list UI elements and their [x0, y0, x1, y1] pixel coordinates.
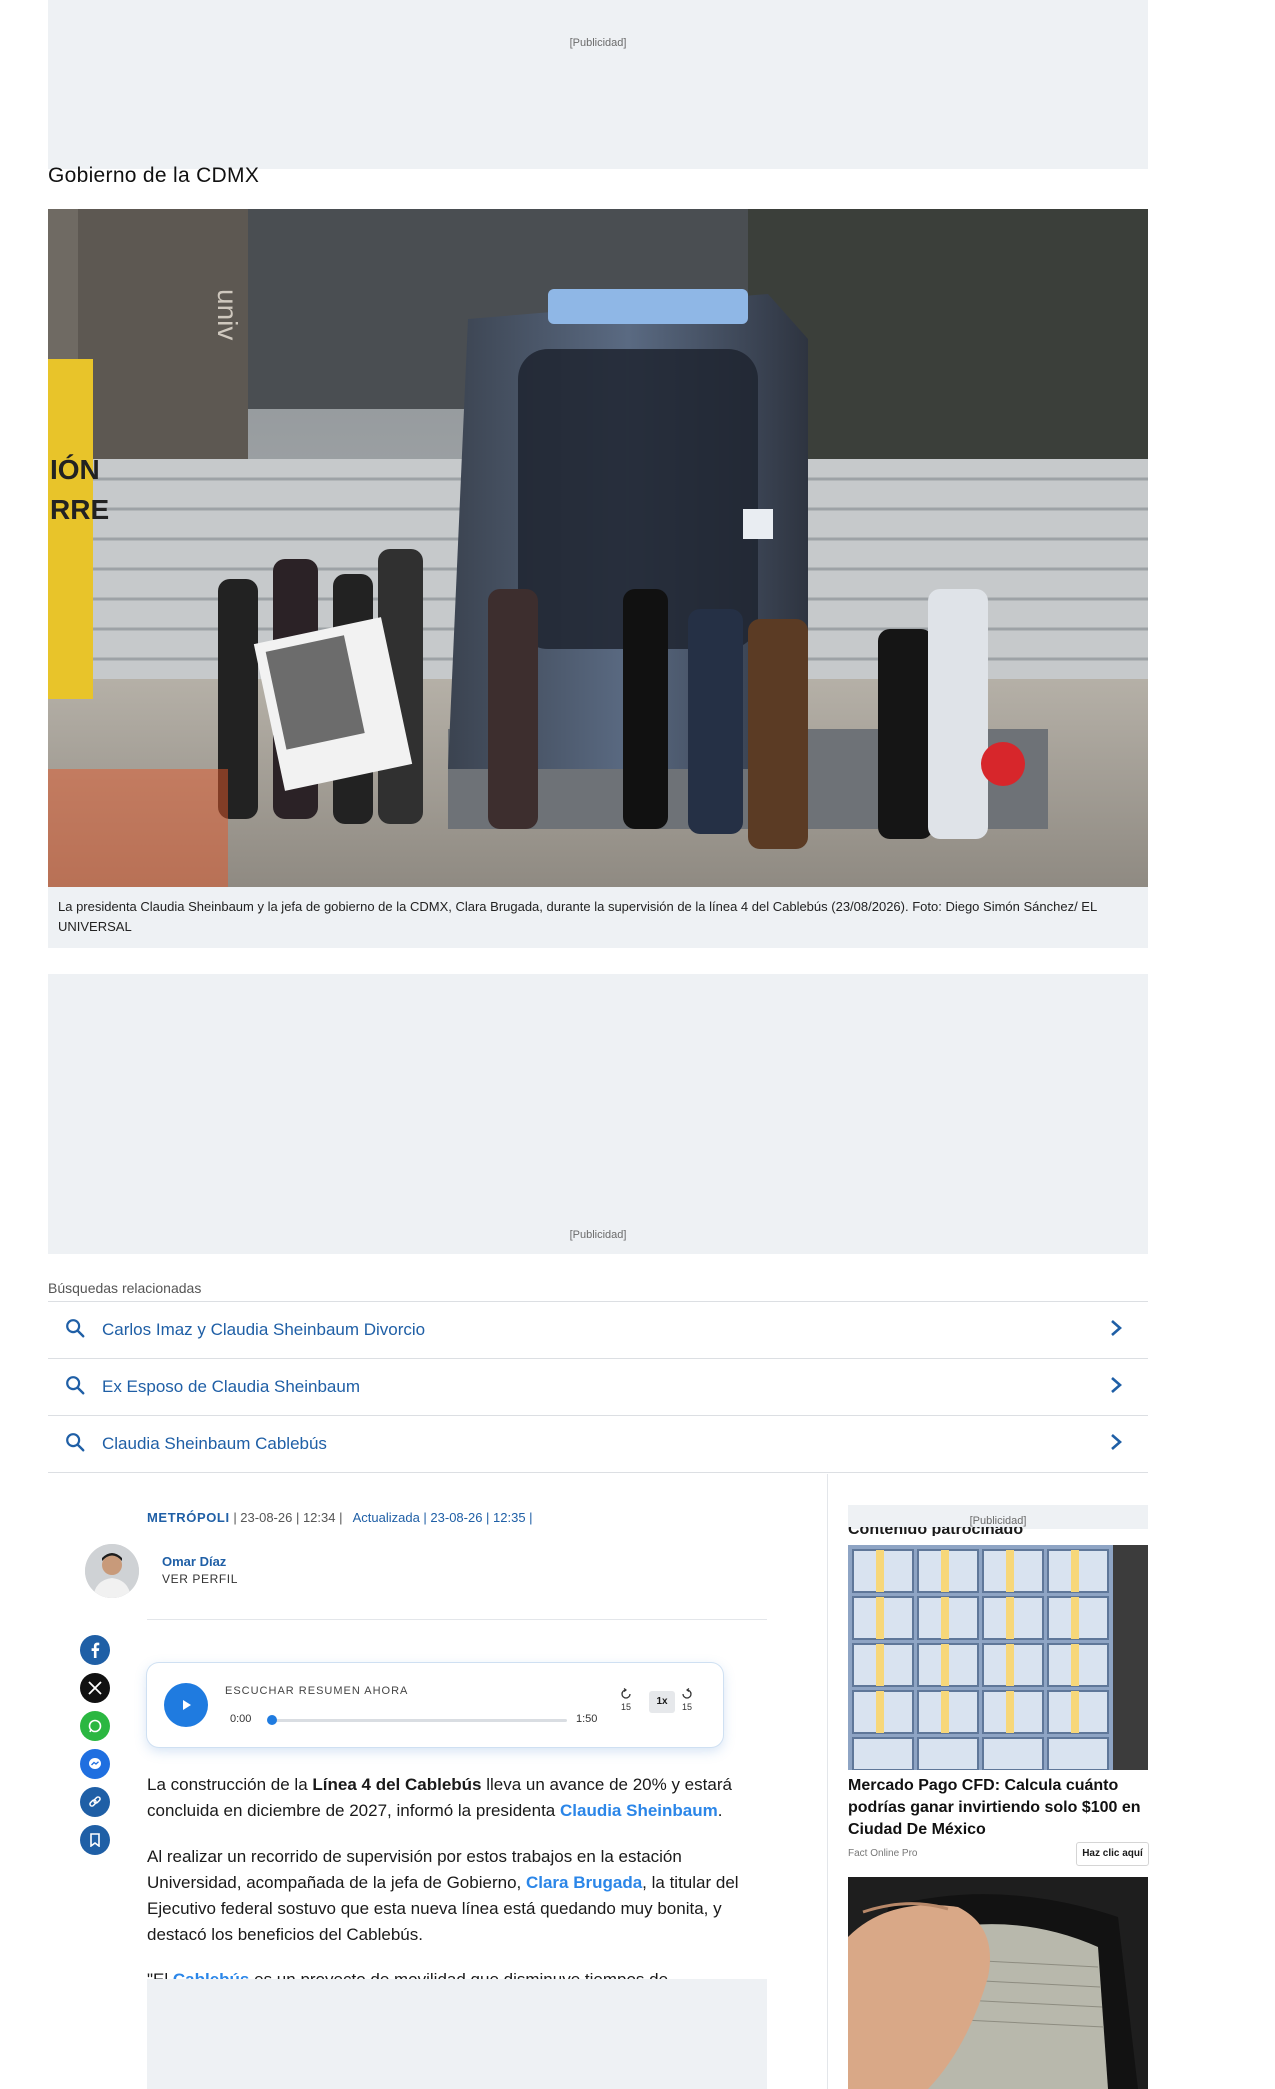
sponsored-card-source: Fact Online Pro — [848, 1848, 918, 1859]
link-icon[interactable] — [80, 1787, 110, 1817]
article-paragraph: La construcción de la Línea 4 del Cableb… — [147, 1772, 772, 1824]
chevron-right-icon — [1108, 1318, 1132, 1343]
facebook-icon[interactable] — [80, 1635, 110, 1665]
article-meta: METRÓPOLI | 23-08-26 | 12:34 | Actualiza… — [147, 1510, 533, 1525]
ad-label: [Publicidad] — [569, 1229, 627, 1241]
inline-ad-slot — [147, 1979, 767, 2089]
sheinbaum-link[interactable]: Claudia Sheinbaum — [560, 1801, 718, 1820]
sponsored-cta-button[interactable]: Haz clic aquí — [1076, 1842, 1149, 1866]
author-name[interactable]: Omar Díaz — [162, 1554, 226, 1569]
ad-label: [Publicidad] — [969, 1515, 1027, 1527]
svg-text:IÓN: IÓN — [50, 454, 100, 485]
forward-seconds: 15 — [681, 1702, 692, 1712]
view-profile-link[interactable]: VER PERFIL — [162, 1572, 238, 1586]
forward-15-button[interactable]: 15 — [676, 1688, 698, 1712]
sponsored-heading: Contenido patrocinado — [848, 1527, 1148, 1536]
section-link[interactable]: METRÓPOLI — [147, 1510, 230, 1525]
hero-photo: univ IÓN RRE — [48, 209, 1148, 887]
section-heading: Gobierno de la CDMX — [48, 164, 260, 187]
publish-date: | 23-08-26 | 12:34 | — [233, 1510, 343, 1525]
sponsored-card-title[interactable]: Mercado Pago CFD: Calcula cuánto podrías… — [848, 1775, 1148, 1841]
ad-label: [Publicidad] — [569, 37, 627, 49]
chevron-right-icon — [1108, 1375, 1132, 1400]
sponsored-card-image[interactable] — [848, 1545, 1148, 1770]
player-label: ESCUCHAR RESUMEN AHORA — [225, 1685, 409, 1697]
divider — [147, 1619, 767, 1620]
sidebar-ad-header: [Publicidad] — [848, 1505, 1148, 1529]
related-searches-list: Carlos Imaz y Claudia Sheinbaum Divorcio… — [48, 1301, 1148, 1473]
audio-summary-player: ESCUCHAR RESUMEN AHORA 0:00 1:50 15 1x 1… — [147, 1663, 723, 1747]
x-icon[interactable] — [80, 1673, 110, 1703]
top-ad-slot: [Publicidad] — [48, 0, 1148, 169]
search-icon — [64, 1317, 94, 1344]
related-search-label: Claudia Sheinbaum Cablebús — [102, 1434, 327, 1453]
sponsored-card-image[interactable] — [848, 1877, 1148, 2089]
brugada-link[interactable]: Clara Brugada — [526, 1873, 642, 1892]
related-searches-title: Búsquedas relacionadas — [48, 1280, 202, 1296]
rewind-15-button[interactable]: 15 — [615, 1688, 637, 1712]
rewind-seconds: 15 — [620, 1702, 631, 1712]
bookmark-icon[interactable] — [80, 1825, 110, 1855]
related-search-label: Ex Esposo de Claudia Sheinbaum — [102, 1377, 360, 1396]
author-avatar[interactable] — [85, 1544, 139, 1598]
photo-caption: La presidenta Claudia Sheinbaum y la jef… — [48, 887, 1148, 948]
duration: 1:50 — [576, 1713, 598, 1725]
text: . — [717, 1801, 723, 1820]
search-icon — [64, 1431, 94, 1458]
search-icon — [64, 1374, 94, 1401]
mid-ad-slot: [Publicidad] — [48, 974, 1148, 1254]
text: La construcción de la — [147, 1775, 313, 1794]
bold-text: Línea 4 del Cablebús — [312, 1775, 482, 1794]
progress-track[interactable] — [268, 1719, 567, 1722]
forward-icon — [682, 1688, 692, 1699]
progress-knob[interactable] — [267, 1715, 277, 1725]
messenger-icon[interactable] — [80, 1749, 110, 1779]
playback-speed-button[interactable]: 1x — [649, 1691, 675, 1713]
whatsapp-icon[interactable] — [80, 1711, 110, 1741]
related-search-item[interactable]: Carlos Imaz y Claudia Sheinbaum Divorcio — [48, 1302, 1148, 1359]
svg-text:univ: univ — [212, 289, 243, 340]
article-paragraph: Al realizar un recorrido de supervisión … — [147, 1844, 772, 1948]
sponsored-heading-text: Contenido patrocinado — [848, 1527, 1024, 1536]
current-time: 0:00 — [230, 1713, 252, 1725]
related-search-item[interactable]: Claudia Sheinbaum Cablebús — [48, 1416, 1148, 1473]
updated-date: Actualizada | 23-08-26 | 12:35 | — [352, 1510, 533, 1525]
play-button[interactable] — [164, 1683, 208, 1727]
chevron-right-icon — [1108, 1432, 1132, 1457]
svg-text:RRE: RRE — [50, 494, 109, 525]
related-search-item[interactable]: Ex Esposo de Claudia Sheinbaum — [48, 1359, 1148, 1416]
rewind-icon — [621, 1688, 631, 1699]
related-search-label: Carlos Imaz y Claudia Sheinbaum Divorcio — [102, 1320, 426, 1339]
column-divider — [827, 1474, 828, 2089]
